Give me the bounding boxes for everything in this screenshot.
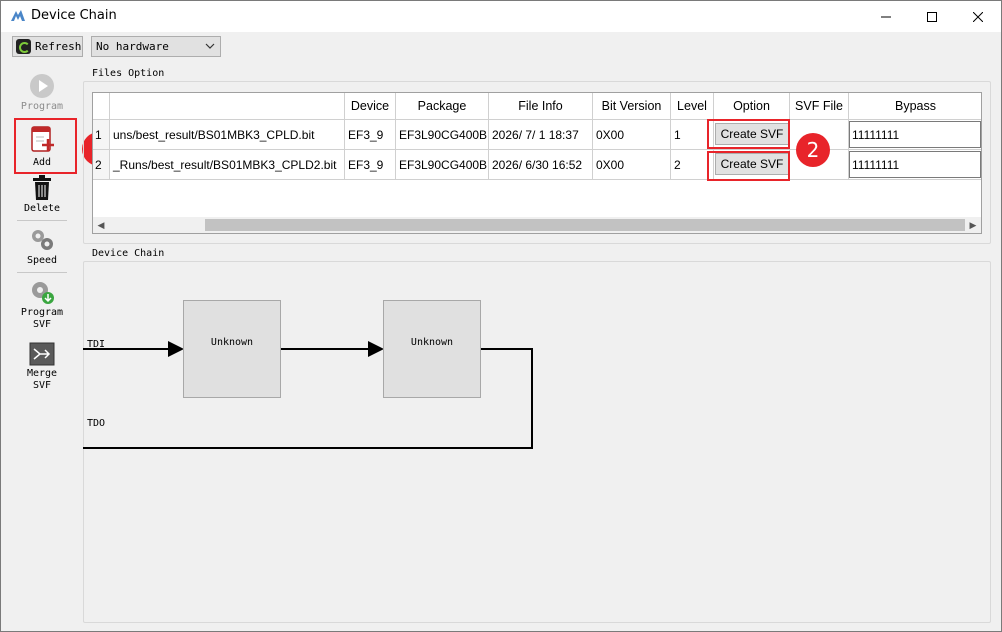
tdo-label: TDO (87, 418, 106, 429)
device-node[interactable]: Unknown (383, 300, 481, 398)
tdi-label: TDI (87, 339, 106, 350)
chain-wires (83, 341, 533, 449)
device-node[interactable]: Unknown (183, 300, 281, 398)
device-chain-window: Device Chain Refresh No hardware Program (0, 0, 1002, 632)
